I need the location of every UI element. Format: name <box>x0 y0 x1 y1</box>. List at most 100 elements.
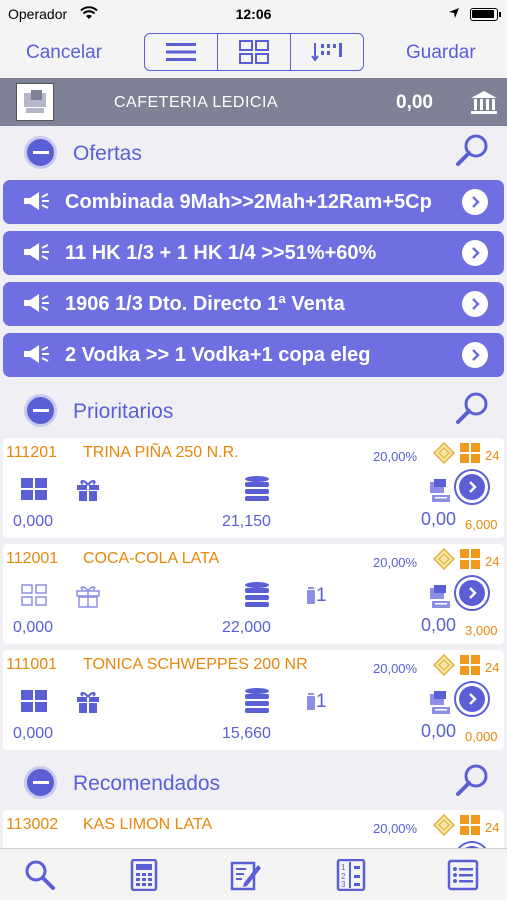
search-icon[interactable] <box>454 762 490 803</box>
stock-value: 15,660 <box>222 725 271 742</box>
svg-text:1: 1 <box>341 863 346 872</box>
svg-text:3: 3 <box>341 880 346 889</box>
offer-row[interactable]: 2 Vodka >> 1 Vodka+1 copa eleg <box>3 333 504 377</box>
offer-row[interactable]: 1906 1/3 Dto. Directo 1ª Venta <box>3 282 504 326</box>
cash-register-icon <box>429 690 455 721</box>
product-row[interactable]: 111001 TONICA SCHWEPPES 200 NR 20,00% 24… <box>3 650 504 750</box>
client-header: CAFETERIA LEDICIA 0,00 <box>0 78 507 126</box>
order-total: 0,00 <box>396 92 433 113</box>
content-scroll[interactable]: Ofertas Combinada 9Mah>>2Mah+12Ram+5Cp 1… <box>0 126 507 848</box>
line-amount: 0,00 <box>421 615 457 635</box>
grid-icon <box>239 40 269 64</box>
sort-segment[interactable] <box>291 34 363 70</box>
chevron-right-icon[interactable] <box>462 291 488 317</box>
quantity-value[interactable]: 0,000 <box>13 619 53 637</box>
edit-note-icon <box>230 861 261 891</box>
clock: 12:06 <box>235 6 272 22</box>
client-card-icon[interactable] <box>16 83 54 121</box>
offer-label: 2 Vodka >> 1 Vodka+1 copa eleg <box>65 344 371 366</box>
search-icon[interactable] <box>454 132 490 173</box>
battery-icon <box>470 8 501 21</box>
section-ofertas: Ofertas <box>0 126 507 180</box>
line-amount: 0,00 <box>421 509 457 529</box>
hamburger-icon <box>166 43 196 61</box>
gift-outline-icon[interactable] <box>75 582 101 613</box>
promo-diamond-icon[interactable] <box>432 653 456 681</box>
collapse-prioritarios-button[interactable] <box>24 394 57 427</box>
stock-stack-icon <box>243 687 271 720</box>
offer-row[interactable]: Combinada 9Mah>>2Mah+12Ram+5Cp <box>3 180 504 224</box>
discount-label: 20,00% <box>373 661 418 676</box>
box-units-icon <box>459 814 481 841</box>
product-name: COCA-COLA LATA <box>83 550 220 567</box>
promo-diamond-icon[interactable] <box>432 547 456 575</box>
tab-list[interactable] <box>446 858 480 892</box>
chevron-right-icon[interactable] <box>462 240 488 266</box>
box-units: 24 <box>485 660 500 675</box>
can-icon <box>306 587 316 610</box>
grid-filled-icon[interactable] <box>21 690 47 717</box>
search-icon[interactable] <box>454 390 490 431</box>
open-product-button[interactable] <box>454 681 490 717</box>
collapse-ofertas-button[interactable] <box>24 136 57 169</box>
numbered-list-icon: 123 <box>336 859 366 891</box>
search-icon <box>25 860 55 890</box>
open-product-button[interactable] <box>454 575 490 611</box>
open-product-button[interactable] <box>454 469 490 505</box>
chevron-right-icon <box>459 474 485 500</box>
box-units-icon <box>459 654 481 681</box>
chevron-right-icon[interactable] <box>462 189 488 215</box>
tab-numbered-list[interactable]: 123 <box>334 858 368 892</box>
can-count: 1 <box>316 691 327 712</box>
chevron-right-icon[interactable] <box>462 342 488 368</box>
box-units-icon <box>459 548 481 575</box>
offer-label: 11 HK 1/3 + 1 HK 1/4 >>51%+60% <box>65 242 377 264</box>
megaphone-icon <box>21 292 51 319</box>
line-amount: 0,00 <box>421 721 457 741</box>
can-icon <box>306 693 316 716</box>
nav-bar: Cancelar Guardar <box>0 28 507 78</box>
save-button[interactable]: Guardar <box>406 42 476 64</box>
box-units: 24 <box>485 554 500 569</box>
megaphone-icon <box>21 190 51 217</box>
product-row[interactable]: 113002 KAS LIMON LATA 20,00% 24 <box>3 810 504 848</box>
product-code: 113002 <box>6 816 59 833</box>
cancel-button[interactable]: Cancelar <box>26 42 102 64</box>
status-bar: Operador 12:06 <box>0 0 507 28</box>
stock-value: 22,000 <box>222 619 271 636</box>
promo-diamond-icon[interactable] <box>432 441 456 469</box>
unit-price: 0,000 <box>465 729 498 744</box>
gift-icon[interactable] <box>75 476 101 507</box>
box-units: 24 <box>485 820 500 835</box>
tab-search[interactable] <box>23 858 57 892</box>
section-prioritarios: Prioritarios <box>0 384 507 438</box>
cash-register-icon <box>429 478 455 509</box>
product-name: TRINA PIÑA 250 N.R. <box>83 444 239 461</box>
unit-price: 3,000 <box>465 623 498 638</box>
discount-label: 20,00% <box>373 821 418 836</box>
grid-filled-icon[interactable] <box>21 478 47 505</box>
bank-icon[interactable] <box>469 89 499 120</box>
tab-notes[interactable] <box>229 858 263 892</box>
quantity-value[interactable]: 0,000 <box>13 513 53 531</box>
product-name: TONICA SCHWEPPES 200 NR <box>83 656 308 673</box>
section-title: Ofertas <box>73 142 142 165</box>
promo-diamond-icon[interactable] <box>432 813 456 841</box>
product-row[interactable]: 111201 TRINA PIÑA 250 N.R. 20,00% 24 0,0… <box>3 438 504 538</box>
client-name: CAFETERIA LEDICIA <box>114 94 279 111</box>
grid-outline-icon[interactable] <box>21 584 47 611</box>
megaphone-icon <box>21 241 51 268</box>
bottom-tab-bar: 123 <box>0 848 507 900</box>
open-product-button[interactable] <box>454 841 490 848</box>
box-units-icon <box>459 442 481 469</box>
quantity-value[interactable]: 0,000 <box>13 725 53 743</box>
offer-row[interactable]: 11 HK 1/3 + 1 HK 1/4 >>51%+60% <box>3 231 504 275</box>
tab-calculator[interactable] <box>127 858 161 892</box>
gift-icon[interactable] <box>75 688 101 719</box>
collapse-recomendados-button[interactable] <box>24 766 57 799</box>
sort-icon <box>311 43 342 62</box>
list-view-segment[interactable] <box>145 34 218 70</box>
grid-view-segment[interactable] <box>218 34 291 70</box>
offer-label: Combinada 9Mah>>2Mah+12Ram+5Cp <box>65 191 432 213</box>
product-row[interactable]: 112001 COCA-COLA LATA 20,00% 24 1 0,000 … <box>3 544 504 644</box>
